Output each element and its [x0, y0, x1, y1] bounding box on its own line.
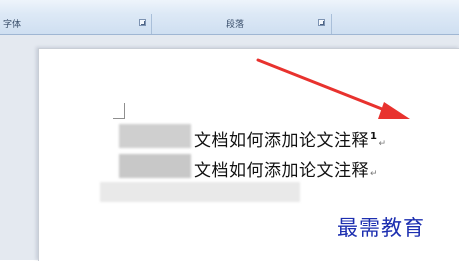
watermark: 最需教育: [337, 216, 425, 240]
